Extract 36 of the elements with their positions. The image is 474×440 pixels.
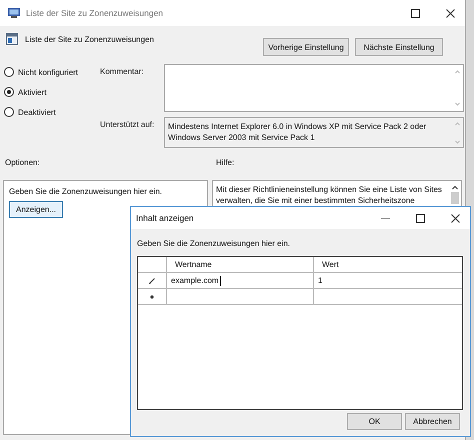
setting-nav-button[interactable]: Nächste Einstellung	[355, 38, 443, 56]
radio-label: Aktiviert	[18, 88, 46, 96]
help-text: Mit dieser Richtlinieneinstellung können Sie eine Liste von Sites verwalten, die Sie mit einer bestimmten Sicherheitszone	[216, 184, 442, 206]
close-button[interactable]	[446, 8, 455, 18]
column-header[interactable]: Wert	[314, 257, 462, 272]
radio-label: Deaktiviert	[18, 108, 56, 116]
ok-button[interactable]: OK	[347, 413, 402, 430]
comment-field[interactable]	[164, 64, 464, 112]
field-label: Unterstützt auf:	[100, 119, 156, 131]
show-button[interactable]: Anzeigen...	[9, 201, 63, 218]
close-button[interactable]	[451, 214, 460, 222]
radio-button[interactable]	[4, 107, 14, 117]
radio-button[interactable]	[4, 67, 14, 77]
cancel-button[interactable]: Abbrechen	[405, 413, 460, 430]
text-cursor	[220, 276, 221, 286]
section-label: Optionen:	[5, 158, 41, 169]
column-header[interactable]: Wertname	[167, 257, 314, 272]
computer-icon	[8, 7, 20, 19]
window-title: Liste der Site zu Zonenzuweisungen	[26, 8, 164, 18]
supported-text: Mindestens Internet Explorer 6.0 in Windows XP mit Service Pack 2 oder Windows Server 2003 mit Service Pack 1	[168, 121, 426, 143]
maximize-button[interactable]	[411, 8, 420, 18]
table-cell[interactable]: example.com	[167, 273, 314, 288]
setting-nav-button[interactable]: Vorherige Einstellung	[263, 38, 349, 56]
policy-icon	[6, 33, 18, 45]
radio-button[interactable]	[4, 87, 14, 97]
radio-label: Nicht konfiguriert	[18, 68, 78, 76]
pencil-icon	[149, 278, 155, 284]
dialog-title: Inhalt anzeigen	[136, 213, 194, 223]
maximize-button[interactable]	[416, 214, 425, 222]
scrollbar[interactable]	[451, 184, 459, 204]
setting-title: Liste der Site zu Zonenzuweisungen	[25, 35, 154, 44]
instruction-text: Geben Sie die Zonenzuweisungen hier ein.	[137, 239, 291, 248]
options-text: Geben Sie die Zonenzuweisungen hier ein.	[9, 187, 163, 196]
field-label: Kommentar:	[100, 66, 145, 78]
section-label: Hilfe:	[216, 158, 234, 169]
table-cell[interactable]: 1	[314, 273, 462, 288]
